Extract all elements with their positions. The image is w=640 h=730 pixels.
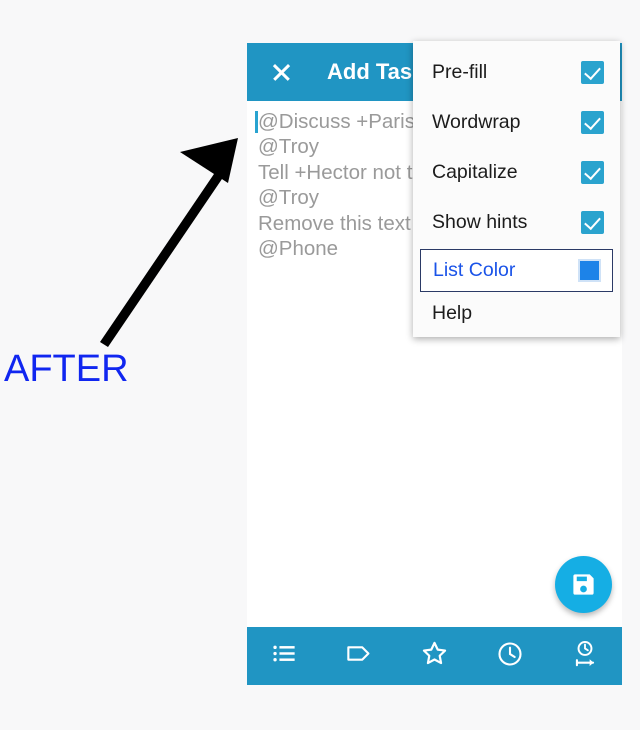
text-cursor [255, 111, 258, 133]
menu-item-label: Capitalize [432, 160, 518, 183]
menu-item-label: List Color [433, 259, 516, 281]
menu-item-label: Pre-fill [432, 60, 488, 83]
menu-item-label: Wordwrap [432, 110, 521, 133]
clock-icon [496, 640, 524, 673]
menu-item-label: Help [432, 301, 473, 324]
menu-item-label: Show hints [432, 210, 528, 233]
after-label: AFTER [4, 348, 129, 390]
close-icon[interactable] [267, 57, 297, 87]
checkbox-checked-icon[interactable] [581, 160, 604, 184]
menu-item-list-color[interactable]: List Color [420, 249, 613, 292]
bottom-item-lists[interactable] [247, 627, 322, 685]
tag-icon [345, 639, 374, 673]
options-popup-menu: Pre-fill Wordwrap Capitalize Show hints … [413, 41, 620, 337]
page-title: Add Task [327, 59, 425, 84]
menu-item-pre-fill[interactable]: Pre-fill [413, 47, 620, 97]
bottom-item-reminder[interactable] [472, 627, 547, 685]
menu-item-capitalize[interactable]: Capitalize [413, 147, 620, 197]
menu-item-wordwrap[interactable]: Wordwrap [413, 97, 620, 147]
checkbox-checked-icon[interactable] [581, 60, 604, 84]
star-icon [420, 639, 449, 673]
list-icon [271, 640, 298, 672]
bottom-item-star[interactable] [397, 627, 472, 685]
checkbox-checked-icon[interactable] [581, 210, 604, 234]
bottom-item-duration[interactable] [547, 627, 622, 685]
bottom-toolbar [247, 627, 622, 685]
color-swatch[interactable] [578, 259, 601, 282]
bottom-item-tags[interactable] [322, 627, 397, 685]
save-button[interactable] [555, 556, 612, 613]
menu-item-show-hints[interactable]: Show hints [413, 197, 620, 247]
checkbox-checked-icon[interactable] [581, 110, 604, 134]
clock-duration-icon [570, 639, 600, 674]
menu-item-help[interactable]: Help [413, 293, 620, 333]
